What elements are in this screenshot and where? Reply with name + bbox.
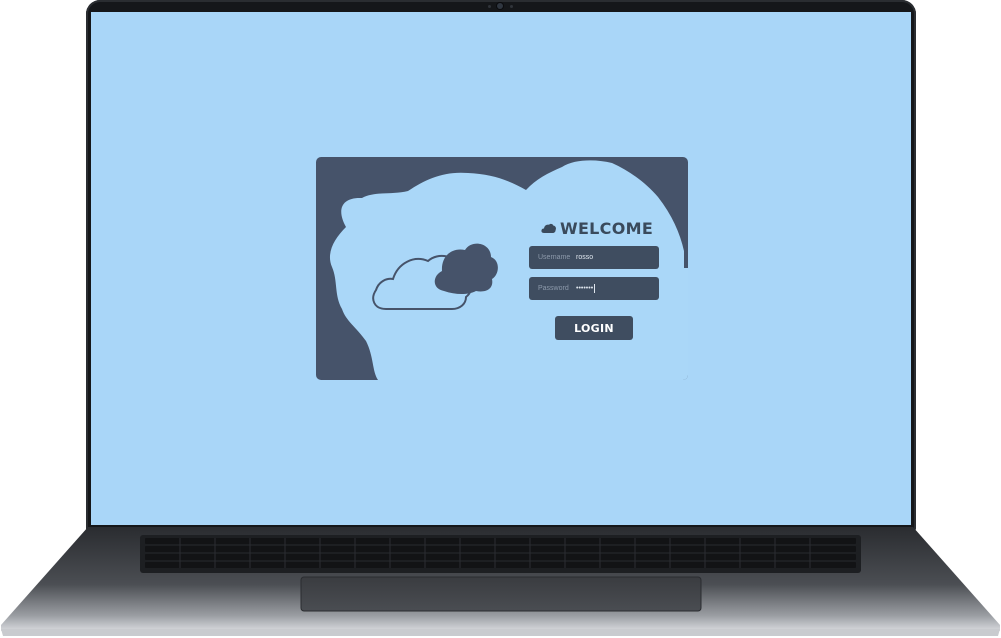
username-field[interactable]: Username rosso: [529, 246, 659, 269]
front-edge: [1, 629, 1000, 636]
password-field[interactable]: Password •••••••: [529, 277, 659, 300]
welcome-title: WELCOME: [560, 218, 654, 238]
sensor-dot-right: [510, 5, 513, 8]
login-button[interactable]: LOGIN: [555, 316, 633, 340]
webcam: [497, 3, 503, 9]
username-label: Username: [538, 254, 571, 261]
sensor-dot-left: [488, 5, 491, 8]
cloud-icon: [541, 223, 556, 233]
password-label: Password: [538, 285, 569, 292]
laptop-screen: WELCOME Username rosso Password ••••••• …: [91, 12, 911, 525]
laptop-base: [1, 527, 1000, 636]
welcome-header: WELCOME: [541, 217, 661, 239]
login-card: WELCOME Username rosso Password ••••••• …: [316, 157, 688, 380]
touchpad: [300, 576, 702, 612]
password-value: •••••••: [576, 285, 594, 292]
text-cursor: [594, 284, 596, 293]
username-value: rosso: [576, 254, 594, 261]
laptop-mockup: WELCOME Username rosso Password ••••••• …: [0, 0, 1001, 638]
